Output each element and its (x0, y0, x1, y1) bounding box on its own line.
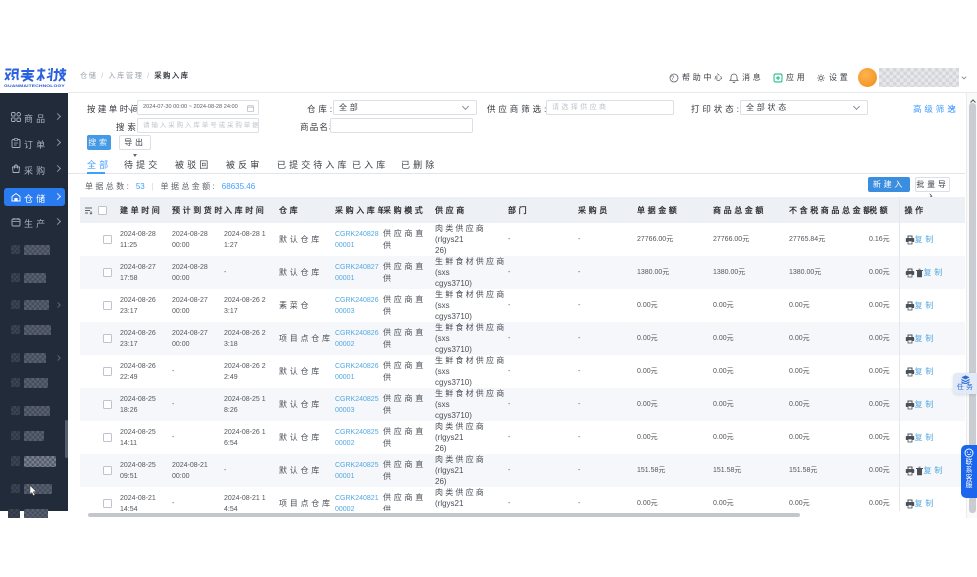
svg-text:?: ? (671, 76, 677, 82)
